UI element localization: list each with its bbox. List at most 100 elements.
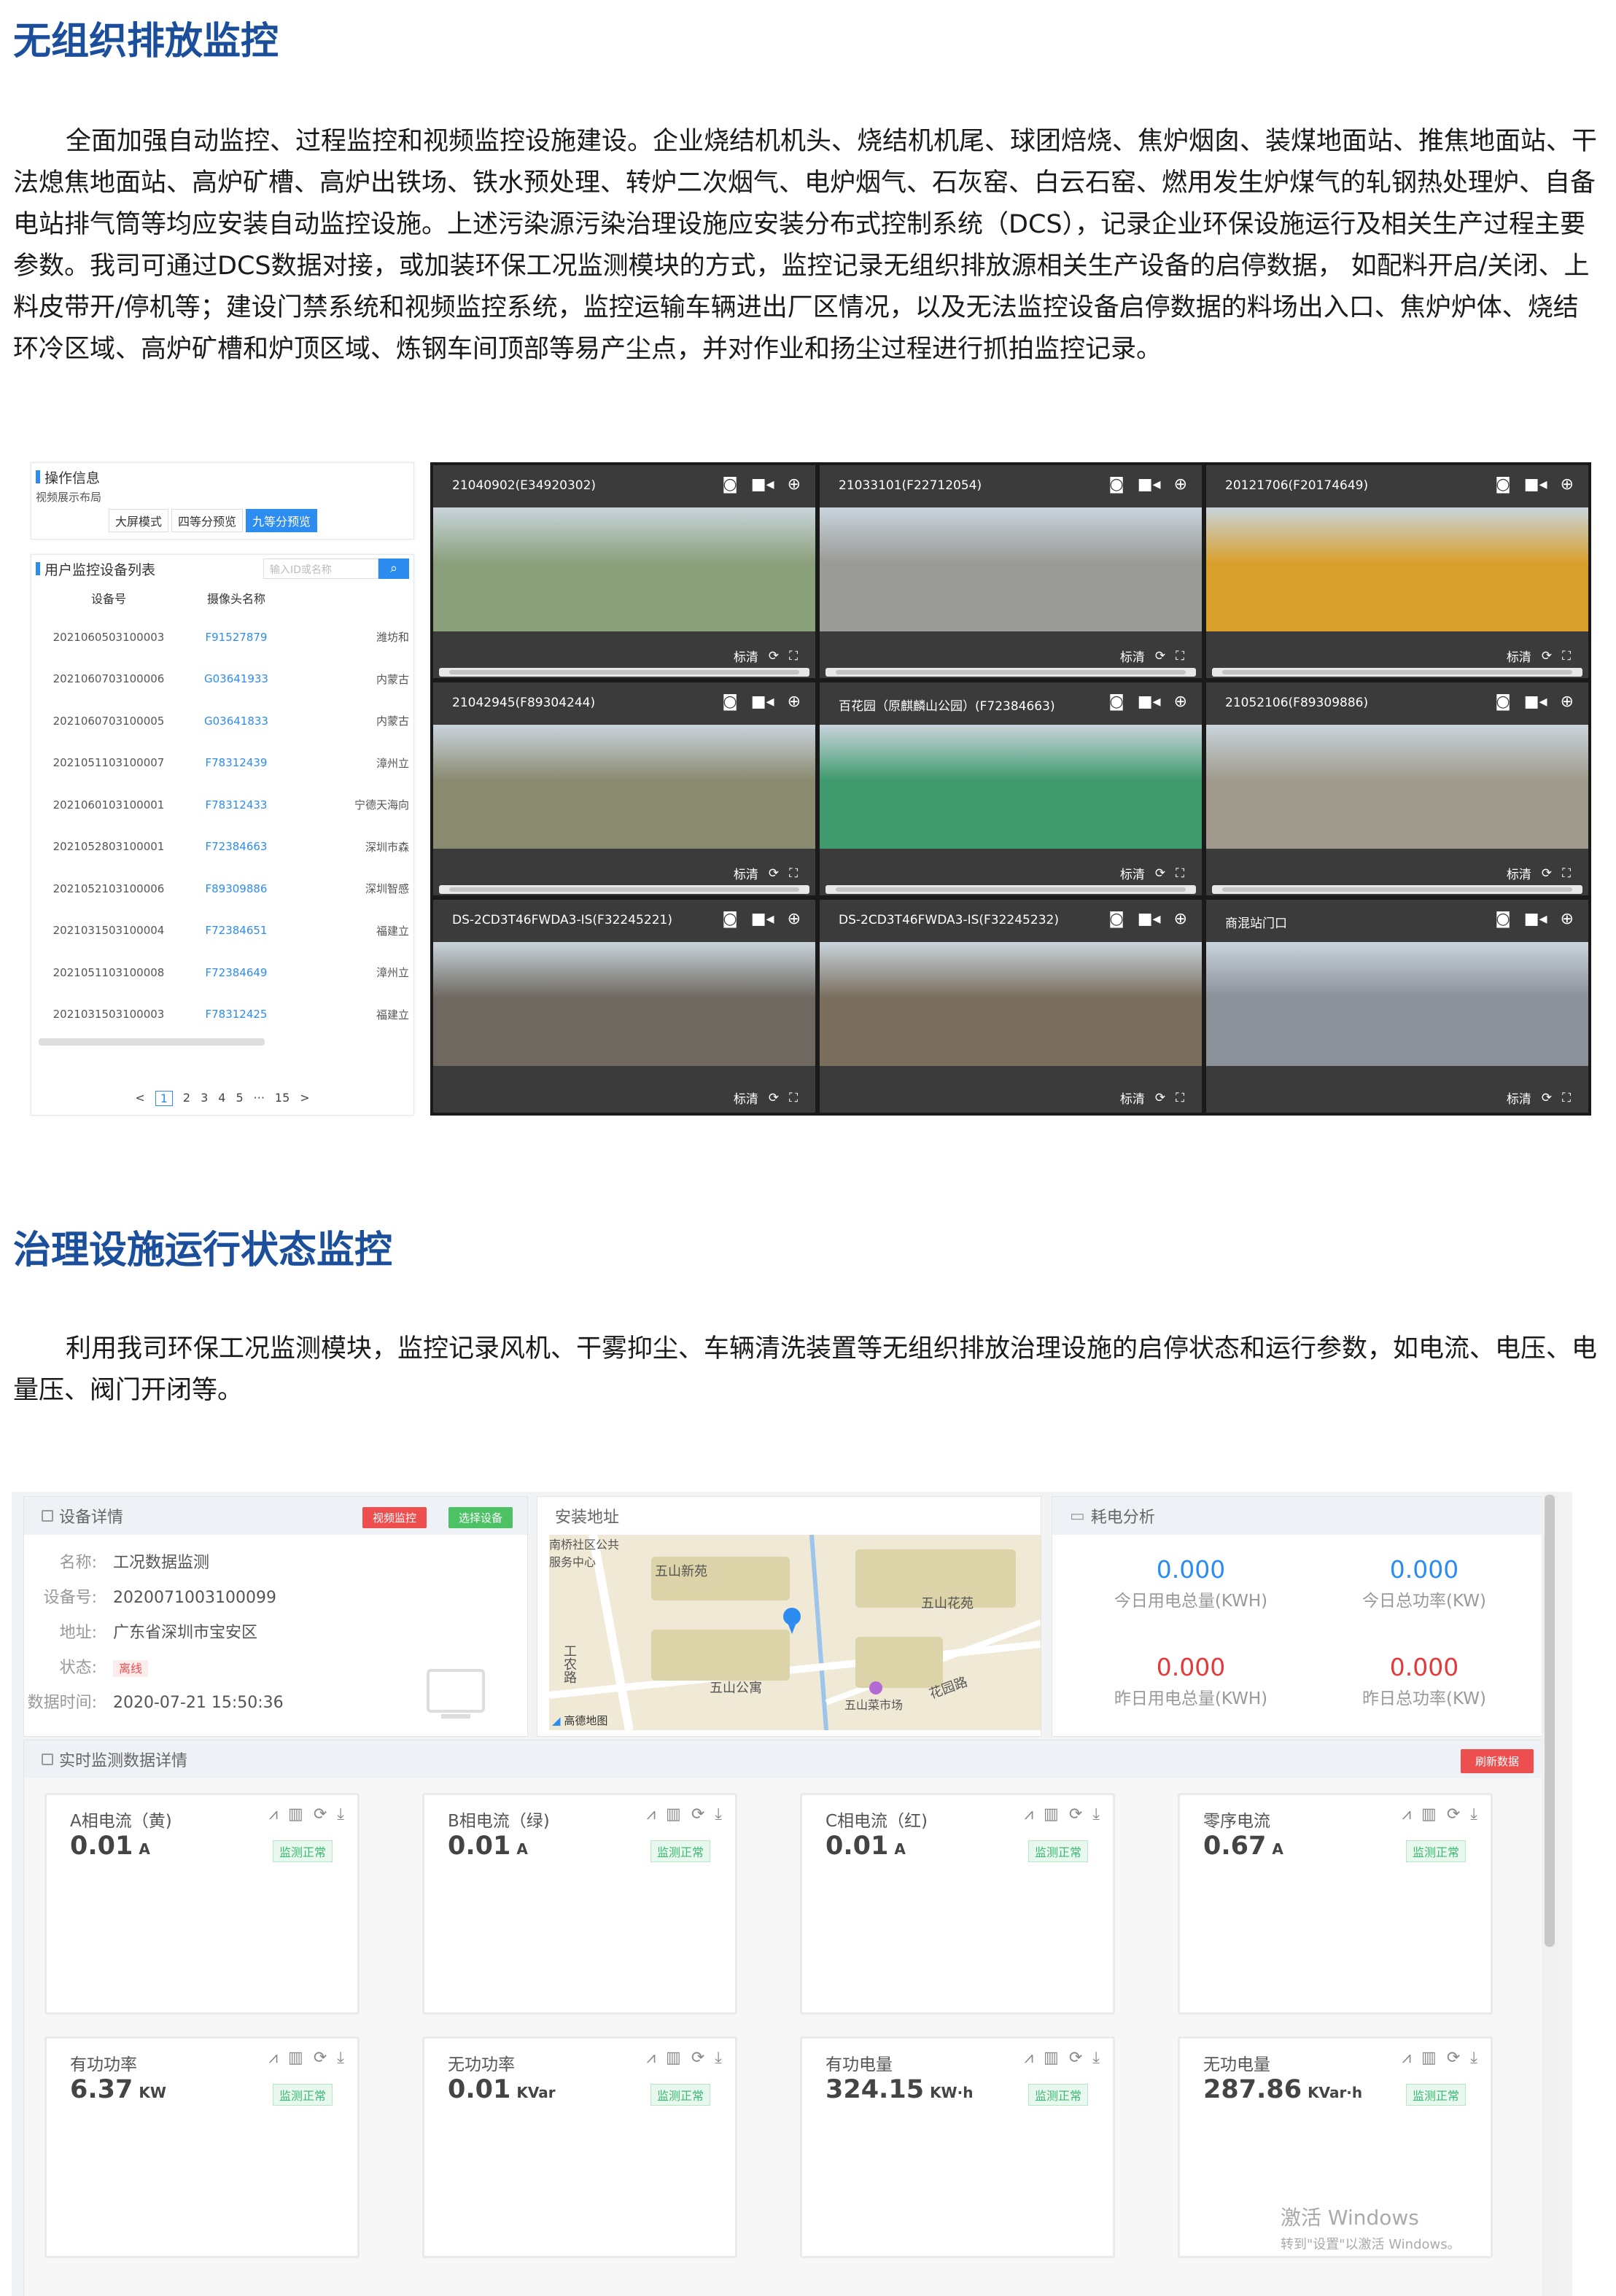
fullscreen-icon[interactable]: ⛶ (1176, 1091, 1184, 1105)
camera-icon[interactable]: ◙ (1495, 475, 1510, 494)
table-row[interactable]: 2021031503100004 F72384651 福建立 (36, 910, 409, 952)
download-icon[interactable]: ⤓ (337, 2049, 344, 2067)
table-row[interactable]: 2021031503100003 F78312425 福建立 (36, 994, 409, 1036)
camera-icon[interactable]: ◙ (722, 910, 737, 928)
download-icon[interactable]: ⤓ (1092, 1805, 1100, 1824)
table-row[interactable]: 2021060503100003 F91527879 潍坊和 (36, 616, 409, 658)
select-device-button[interactable]: 选择设备 (448, 1507, 513, 1528)
camera-name-link[interactable]: G03641933 (182, 672, 291, 685)
layout-button-large[interactable]: 大屏模式 (109, 509, 169, 532)
camera-icon[interactable]: ◙ (722, 475, 737, 494)
video-cell[interactable]: 商混站门口 ◙ ■◂ ⊕ 标清 ⟳ ⛶ (1206, 900, 1588, 1113)
refresh-icon[interactable]: ⟳ (1447, 2049, 1460, 2067)
layout-button-nine[interactable]: 九等分预览 (246, 509, 318, 532)
record-icon[interactable]: ■◂ (1138, 693, 1161, 711)
refresh-icon[interactable]: ⟳ (1542, 1091, 1552, 1105)
refresh-icon[interactable]: ⟳ (1155, 866, 1165, 881)
camera-icon[interactable]: ◙ (722, 693, 737, 711)
fullscreen-icon[interactable]: ⛶ (1562, 1091, 1571, 1105)
record-icon[interactable]: ■◂ (751, 475, 774, 494)
table-row[interactable]: 2021051103100008 F72384649 漳州立 (36, 952, 409, 994)
video-cell[interactable]: DS-2CD3T46FWDA3-IS(F32245221) ◙ ■◂ ⊕ 标清 ⟳ ⛶ (433, 900, 815, 1113)
refresh-icon[interactable]: ⟳ (1069, 2049, 1082, 2067)
video-monitor-button[interactable]: 视频监控 (362, 1507, 427, 1528)
video-cell[interactable]: DS-2CD3T46FWDA3-IS(F32245232) ◙ ■◂ ⊕ 标清 ⟳ ⛶ (820, 900, 1202, 1113)
video-scrollbar[interactable] (826, 668, 1196, 677)
line-chart-icon[interactable]: ⩘ (269, 1805, 278, 1824)
map-area[interactable]: 南桥社区公共服务中心 五山新苑 五山花苑 五山公寓 工农路 五山菜市场 花园路 … (549, 1535, 1041, 1730)
zoom-in-icon[interactable]: ⊕ (1561, 693, 1574, 711)
fullscreen-icon[interactable]: ⛶ (789, 1091, 798, 1105)
fullscreen-icon[interactable]: ⛶ (789, 866, 798, 881)
pager-item[interactable]: 2 (183, 1091, 190, 1106)
video-scrollbar[interactable] (439, 668, 809, 677)
refresh-icon[interactable]: ⟳ (314, 2049, 327, 2067)
table-row[interactable]: 2021052803100001 F72384663 深圳市森 (36, 826, 409, 868)
video-cell[interactable]: 21040902(E34920302) ◙ ■◂ ⊕ 标清 ⟳ ⛶ (433, 465, 815, 678)
camera-name-link[interactable]: F91527879 (182, 631, 291, 644)
camera-name-link[interactable]: F78312433 (182, 798, 291, 812)
record-icon[interactable]: ■◂ (1524, 693, 1547, 711)
refresh-icon[interactable]: ⟳ (1447, 1805, 1460, 1824)
camera-icon[interactable]: ◙ (1495, 910, 1510, 928)
pager-item[interactable]: 4 (218, 1091, 225, 1106)
refresh-icon[interactable]: ⟳ (314, 1805, 327, 1824)
pager-item[interactable]: 3 (201, 1091, 208, 1106)
record-icon[interactable]: ■◂ (751, 693, 774, 711)
fullscreen-icon[interactable]: ⛶ (1562, 866, 1571, 881)
download-icon[interactable]: ⤓ (337, 1805, 344, 1824)
zoom-in-icon[interactable]: ⊕ (1174, 693, 1187, 711)
line-chart-icon[interactable]: ⩘ (1025, 2049, 1033, 2067)
quality-label[interactable]: 标清 (1120, 1089, 1145, 1107)
table-row[interactable]: 2021060103100001 F78312433 宁德天海向 (36, 784, 409, 826)
download-icon[interactable]: ⤓ (1092, 2049, 1100, 2067)
quality-label[interactable]: 标清 (734, 864, 758, 882)
video-scrollbar[interactable] (1212, 885, 1582, 894)
page-scrollbar-thumb[interactable] (1545, 1495, 1555, 1947)
pager-next[interactable]: > (300, 1091, 309, 1106)
quality-label[interactable]: 标清 (1120, 647, 1145, 665)
video-cell[interactable]: 21042945(F89304244) ◙ ■◂ ⊕ 标清 ⟳ ⛶ (433, 682, 815, 895)
table-scrollbar[interactable] (39, 1038, 265, 1046)
refresh-icon[interactable]: ⟳ (769, 649, 779, 663)
record-icon[interactable]: ■◂ (1138, 910, 1161, 928)
quality-label[interactable]: 标清 (1507, 647, 1531, 665)
zoom-in-icon[interactable]: ⊕ (1174, 475, 1187, 494)
line-chart-icon[interactable]: ⩘ (1402, 1805, 1411, 1824)
download-icon[interactable]: ⤓ (715, 1805, 722, 1824)
camera-name-link[interactable]: F72384663 (182, 840, 291, 853)
camera-icon[interactable]: ◙ (1108, 910, 1124, 928)
refresh-icon[interactable]: ⟳ (691, 2049, 704, 2067)
refresh-icon[interactable]: ⟳ (1542, 649, 1552, 663)
video-scrollbar[interactable] (1212, 668, 1582, 677)
camera-name-link[interactable]: F72384649 (182, 966, 291, 979)
quality-label[interactable]: 标清 (734, 1089, 758, 1107)
video-scrollbar[interactable] (439, 885, 809, 894)
video-scrollbar[interactable] (826, 885, 1196, 894)
line-chart-icon[interactable]: ⩘ (1402, 2049, 1411, 2067)
refresh-icon[interactable]: ⟳ (1542, 866, 1552, 881)
line-chart-icon[interactable]: ⩘ (647, 2049, 656, 2067)
refresh-icon[interactable]: ⟳ (1155, 1091, 1165, 1105)
download-icon[interactable]: ⤓ (1470, 2049, 1477, 2067)
bar-chart-icon[interactable]: ▥ (288, 2049, 303, 2067)
refresh-icon[interactable]: ⟳ (769, 1091, 779, 1105)
bar-chart-icon[interactable]: ▥ (1421, 2049, 1437, 2067)
quality-label[interactable]: 标清 (1507, 864, 1531, 882)
zoom-in-icon[interactable]: ⊕ (1174, 910, 1187, 928)
download-icon[interactable]: ⤓ (715, 2049, 722, 2067)
refresh-data-button[interactable]: 刷新数据 (1460, 1749, 1534, 1773)
camera-icon[interactable]: ◙ (1108, 475, 1124, 494)
video-cell[interactable]: 百花园（原麒麟山公园）(F72384663) ◙ ■◂ ⊕ 标清 ⟳ ⛶ (820, 682, 1202, 895)
fullscreen-icon[interactable]: ⛶ (1176, 649, 1184, 663)
fullscreen-icon[interactable]: ⛶ (789, 649, 798, 663)
record-icon[interactable]: ■◂ (1138, 475, 1161, 494)
zoom-in-icon[interactable]: ⊕ (1561, 910, 1574, 928)
layout-button-four[interactable]: 四等分预览 (171, 509, 244, 532)
record-icon[interactable]: ■◂ (1524, 910, 1547, 928)
refresh-icon[interactable]: ⟳ (769, 866, 779, 881)
table-row[interactable]: 2021051103100007 F78312439 漳州立 (36, 742, 409, 785)
refresh-icon[interactable]: ⟳ (1155, 649, 1165, 663)
bar-chart-icon[interactable]: ▥ (666, 2049, 681, 2067)
zoom-in-icon[interactable]: ⊕ (788, 693, 801, 711)
